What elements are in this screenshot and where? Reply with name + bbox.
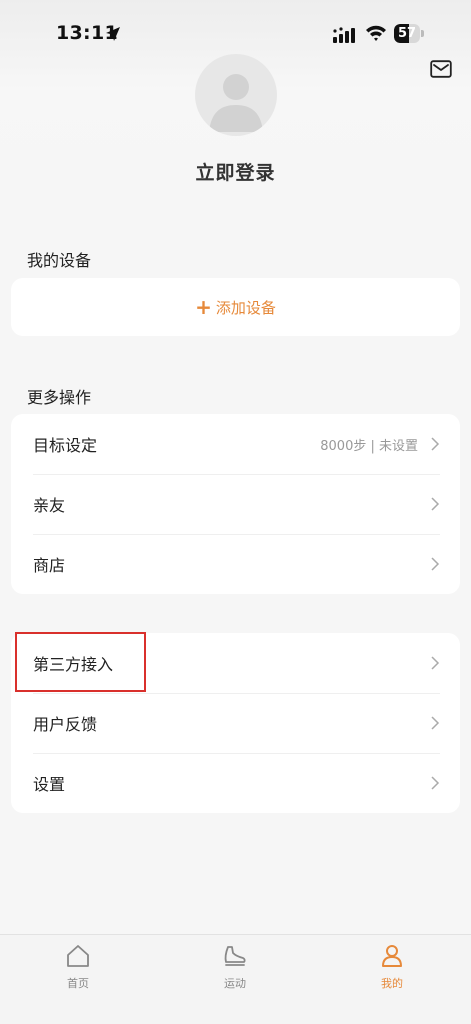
chevron-right-icon [431, 656, 440, 670]
other-card: 第三方接入 用户反馈 设置 [11, 633, 460, 813]
profile-icon [382, 945, 402, 967]
goal-value: 8000步 | 未设置 [320, 438, 418, 454]
row-friends[interactable]: 亲友 [11, 474, 460, 534]
home-icon [67, 945, 89, 967]
row-label: 亲友 [33, 496, 66, 515]
mail-icon[interactable] [430, 60, 452, 78]
login-button[interactable]: 立即登录 [0, 158, 471, 185]
devices-card: + 添加设备 [11, 278, 460, 336]
battery-indicator: 57 [394, 24, 424, 43]
row-label: 用户反馈 [33, 715, 98, 734]
avatar[interactable] [195, 54, 277, 136]
more-actions-card: 目标设定 8000步 | 未设置 亲友 商店 [11, 414, 460, 594]
add-device-button[interactable]: + 添加设备 [11, 278, 460, 336]
battery-body: 57 [394, 24, 420, 43]
shoe-icon [224, 946, 246, 966]
tab-label: 运动 [224, 977, 246, 990]
tab-home[interactable]: 首页 [38, 943, 118, 991]
row-label: 目标设定 [33, 436, 98, 455]
plus-icon: + [195, 295, 212, 319]
more-section-title: 更多操作 [27, 388, 92, 407]
chevron-right-icon [431, 716, 440, 730]
row-settings[interactable]: 设置 [11, 753, 460, 813]
battery-level: 57 [397, 26, 417, 41]
chevron-right-icon [431, 437, 440, 451]
add-device-label: 添加设备 [215, 298, 276, 317]
tab-bar: 首页 运动 我的 [0, 934, 471, 1024]
devices-section-title: 我的设备 [27, 251, 92, 270]
tab-sport[interactable]: 运动 [195, 943, 275, 991]
row-label: 商店 [33, 556, 66, 575]
battery-cap [421, 30, 424, 37]
row-label: 设置 [33, 775, 66, 794]
default-avatar-icon [209, 74, 263, 132]
chevron-right-icon [431, 497, 440, 511]
tab-label: 首页 [67, 977, 89, 990]
row-label: 第三方接入 [33, 655, 114, 674]
screen: 13:11 57 立即登录 我的设备 + 添加设备 更多操作 目标设定 8000… [0, 0, 471, 1024]
row-feedback[interactable]: 用户反馈 [11, 693, 460, 753]
chevron-right-icon [431, 557, 440, 571]
tab-label: 我的 [381, 977, 403, 990]
wifi-icon [366, 25, 386, 41]
row-store[interactable]: 商店 [11, 534, 460, 594]
row-goal-setting[interactable]: 目标设定 8000步 | 未设置 [11, 414, 460, 474]
location-arrow-icon [106, 27, 120, 41]
tab-mine[interactable]: 我的 [352, 943, 432, 991]
chevron-right-icon [431, 776, 440, 790]
row-third-party[interactable]: 第三方接入 [11, 633, 460, 693]
cellular-signal-icon [333, 27, 355, 43]
